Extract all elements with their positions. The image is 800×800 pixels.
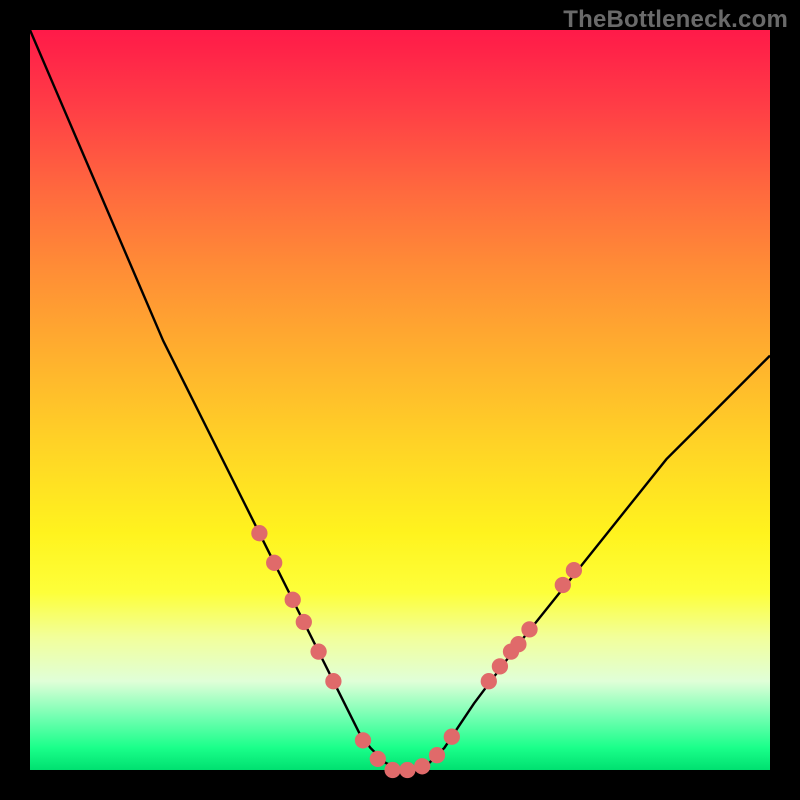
bottleneck-curve	[30, 30, 770, 770]
highlight-dot	[310, 643, 326, 659]
highlight-dot	[266, 555, 282, 571]
highlight-dot	[429, 747, 445, 763]
highlight-dot	[414, 758, 430, 774]
highlight-dot	[521, 621, 537, 637]
highlight-dot	[325, 673, 341, 689]
highlight-dot	[444, 729, 460, 745]
highlight-dot	[355, 732, 371, 748]
highlight-dots	[251, 525, 582, 778]
highlight-dot	[566, 562, 582, 578]
chart-svg-overlay	[30, 30, 770, 770]
highlight-dot	[296, 614, 312, 630]
highlight-dot	[370, 751, 386, 767]
highlight-dot	[251, 525, 267, 541]
highlight-dot	[510, 636, 526, 652]
highlight-dot	[384, 762, 400, 778]
highlight-dot	[555, 577, 571, 593]
highlight-dot	[481, 673, 497, 689]
chart-frame: TheBottleneck.com	[0, 0, 800, 800]
highlight-dot	[399, 762, 415, 778]
highlight-dot	[492, 658, 508, 674]
highlight-dot	[285, 592, 301, 608]
